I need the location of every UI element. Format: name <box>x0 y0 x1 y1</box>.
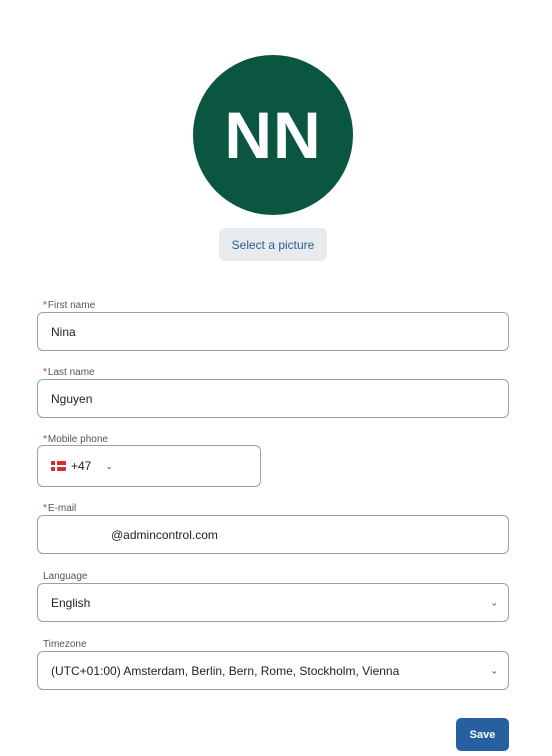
norway-flag-icon <box>51 461 66 471</box>
last-name-label: *Last name <box>43 367 95 378</box>
avatar: NN <box>193 55 353 215</box>
first-name-field[interactable]: Nina <box>37 312 509 351</box>
chevron-down-icon: ⌄ <box>490 665 498 675</box>
chevron-down-icon[interactable]: ⌄ <box>105 461 113 472</box>
last-name-field[interactable]: Nguyen <box>37 379 509 418</box>
mobile-phone-field[interactable]: +47 ⌄ <box>37 445 261 487</box>
first-name-label: *First name <box>43 300 96 311</box>
avatar-initials: NN <box>224 98 322 172</box>
language-value: English <box>51 595 91 610</box>
select-picture-button[interactable]: Select a picture <box>219 228 327 261</box>
language-label: Language <box>43 571 88 582</box>
chevron-down-icon: ⌄ <box>490 597 498 607</box>
save-button[interactable]: Save <box>456 718 509 751</box>
first-name-value: Nina <box>51 324 76 339</box>
country-code: +47 <box>71 459 92 473</box>
last-name-value: Nguyen <box>51 391 93 406</box>
email-label: *E-mail <box>43 503 77 514</box>
language-select[interactable]: English ⌄ <box>37 583 509 622</box>
timezone-value: (UTC+01:00) Amsterdam, Berlin, Bern, Rom… <box>51 663 400 678</box>
mobile-phone-label: *Mobile phone <box>43 434 108 445</box>
timezone-select[interactable]: (UTC+01:00) Amsterdam, Berlin, Bern, Rom… <box>37 651 509 690</box>
email-value: @admincontrol.com <box>111 527 218 542</box>
timezone-label: Timezone <box>43 639 87 650</box>
email-field[interactable]: @admincontrol.com <box>37 515 509 554</box>
